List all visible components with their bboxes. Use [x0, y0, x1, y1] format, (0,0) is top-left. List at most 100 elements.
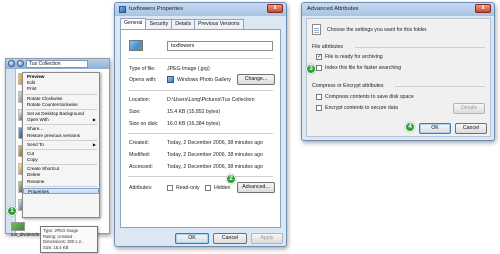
menu-item-copy[interactable]: Copy — [23, 157, 99, 163]
hidden-label: Hidden — [214, 185, 231, 191]
file-name-input[interactable]: tuxflowers — [167, 41, 273, 51]
created-value: Today, 2 December 2006, 38 minutes ago — [167, 140, 263, 146]
encrypt-checkbox[interactable] — [316, 105, 322, 111]
ok-button[interactable]: OK — [419, 123, 451, 134]
title-bar: tuxflowers Properties x — [115, 3, 286, 16]
size-label: Size: — [129, 109, 141, 115]
properties-dialog: tuxflowers Properties x General Security… — [114, 2, 287, 247]
menu-item-open-with[interactable]: Open With ▶ — [23, 117, 99, 123]
ok-button[interactable]: OK — [175, 233, 209, 244]
index-label: Index this file for faster searching — [325, 65, 402, 71]
menu-separator — [25, 164, 97, 166]
forward-icon[interactable] — [16, 60, 24, 67]
menu-item-properties[interactable]: Properties — [23, 187, 99, 194]
compress-checkbox[interactable] — [316, 94, 322, 100]
close-button[interactable]: x — [475, 4, 491, 13]
tooltip-line: Size: 15.4 KB — [43, 244, 69, 250]
created-label: Created: — [129, 140, 149, 146]
hidden-checkbox[interactable] — [205, 185, 211, 191]
location-value: D:\Users\Long\Pictures\Tux Collection — [167, 97, 255, 103]
file-tooltip: Type: JPEG Image Rating: Unrated Dimensi… — [40, 226, 98, 253]
accessed-label: Accessed: — [129, 164, 153, 170]
menu-item-rename[interactable]: Rename — [23, 179, 99, 185]
advanced-attributes-dialog: Advanced Attributes x Choose the setting… — [301, 2, 495, 141]
menu-item-label: Cut — [27, 150, 35, 156]
menu-separator — [25, 148, 97, 150]
advanced-attributes-panel: Choose the settings you want for this fo… — [306, 18, 491, 137]
opens-with-value: Windows Photo Gallery — [177, 77, 231, 83]
archive-checkbox[interactable] — [316, 53, 322, 60]
readonly-label: Read-only — [176, 185, 200, 191]
context-menu: Preview Edit Print Rotate Clockwise Rotate C… — [22, 72, 100, 218]
document-icon — [312, 24, 321, 35]
type-value: JPEG Image (.jpg) — [167, 66, 210, 72]
selected-file-caption[interactable]: tux_dividends — [11, 232, 39, 237]
divider — [128, 90, 273, 91]
size-on-disk-label: Size on disk: — [129, 121, 159, 127]
explorer-toolbar: Tux Collection — [6, 59, 109, 69]
menu-separator — [25, 93, 97, 95]
menu-item-rotate-counterclockwise[interactable]: Rotate Counterclockwise — [23, 102, 99, 108]
menu-item-label: Copy — [27, 157, 38, 163]
general-tab-panel: tuxflowers Type of file: JPEG Image (.jp… — [120, 29, 281, 228]
group-divider — [355, 47, 485, 48]
modified-label: Modified: — [129, 152, 151, 158]
menu-item-label: Edit — [27, 80, 35, 86]
dialog-title: Advanced Attributes — [307, 6, 359, 12]
tab-security[interactable]: Security — [145, 19, 173, 29]
change-button[interactable]: Change... — [237, 74, 275, 85]
archive-label: File is ready for archiving — [325, 54, 383, 60]
tab-details[interactable]: Details — [171, 19, 196, 29]
encrypt-label: Encrypt contents to secure data — [325, 105, 398, 111]
menu-item-restore-previous-versions[interactable]: Restore previous versions — [23, 133, 99, 139]
menu-item-label: Preview — [27, 74, 45, 79]
cancel-button[interactable]: Cancel — [455, 123, 487, 134]
details-button[interactable]: Details — [453, 103, 485, 114]
image-file-icon — [119, 6, 126, 13]
menu-item-label: Create Shortcut — [27, 166, 60, 172]
photo-gallery-icon — [167, 76, 174, 83]
divider — [128, 133, 273, 134]
accessed-value: Today, 2 December 2006, 38 minutes ago — [167, 164, 263, 170]
readonly-checkbox[interactable] — [167, 185, 173, 191]
step-badge-3: 3 — [306, 64, 316, 74]
back-icon[interactable] — [8, 60, 15, 67]
index-checkbox[interactable] — [316, 65, 322, 71]
menu-item-label: Set as Desktop Background — [27, 110, 84, 116]
location-label: Location: — [129, 97, 151, 103]
menu-item-label: Rotate Clockwise — [27, 95, 63, 101]
menu-item-send-to[interactable]: Send To ▶ — [23, 142, 99, 148]
breadcrumb[interactable]: Tux Collection — [26, 60, 88, 68]
type-label: Type of file: — [129, 66, 156, 72]
menu-item-label: Rotate Counterclockwise — [27, 101, 78, 107]
compress-encrypt-heading: Compress or Encrypt attributes — [312, 83, 384, 89]
menu-separator — [25, 139, 97, 141]
modified-value: Today, 2 December 2006, 38 minutes ago — [167, 152, 263, 158]
dialog-title: tuxflowers Properties — [129, 6, 184, 12]
nav-buttons[interactable] — [8, 60, 24, 68]
attributes-label: Attributes: — [129, 185, 153, 191]
menu-item-label: Rename — [27, 178, 45, 184]
selected-file-thumbnail[interactable] — [11, 222, 25, 231]
intro-text: Choose the settings you want for this fo… — [327, 27, 428, 33]
menu-item-label: Restore previous versions — [27, 132, 81, 138]
opens-with-label: Opens with: — [129, 77, 157, 83]
menu-item-label: Delete — [27, 172, 41, 178]
advanced-button[interactable]: Advanced... — [237, 182, 275, 193]
apply-button[interactable]: Apply — [251, 233, 283, 244]
menu-separator — [25, 124, 97, 126]
step-badge-4: 4 — [405, 122, 415, 132]
group-divider — [395, 86, 485, 87]
close-button[interactable]: x — [267, 4, 283, 13]
tab-previous-versions[interactable]: Previous Versions — [194, 19, 244, 29]
tab-general[interactable]: General — [120, 18, 147, 29]
size-on-disk-value: 16.0 KB (16,384 bytes) — [167, 121, 221, 127]
image-thumbnail-icon — [129, 40, 143, 51]
tab-strip: General Security Details Previous Versio… — [120, 18, 244, 29]
divider — [128, 176, 273, 177]
size-value: 15.4 KB (15,852 bytes) — [167, 109, 221, 115]
menu-item-print[interactable]: Print — [23, 86, 99, 92]
menu-separator — [25, 185, 97, 187]
cancel-button[interactable]: Cancel — [213, 233, 247, 244]
compress-label: Compress contents to save disk space — [325, 94, 414, 100]
